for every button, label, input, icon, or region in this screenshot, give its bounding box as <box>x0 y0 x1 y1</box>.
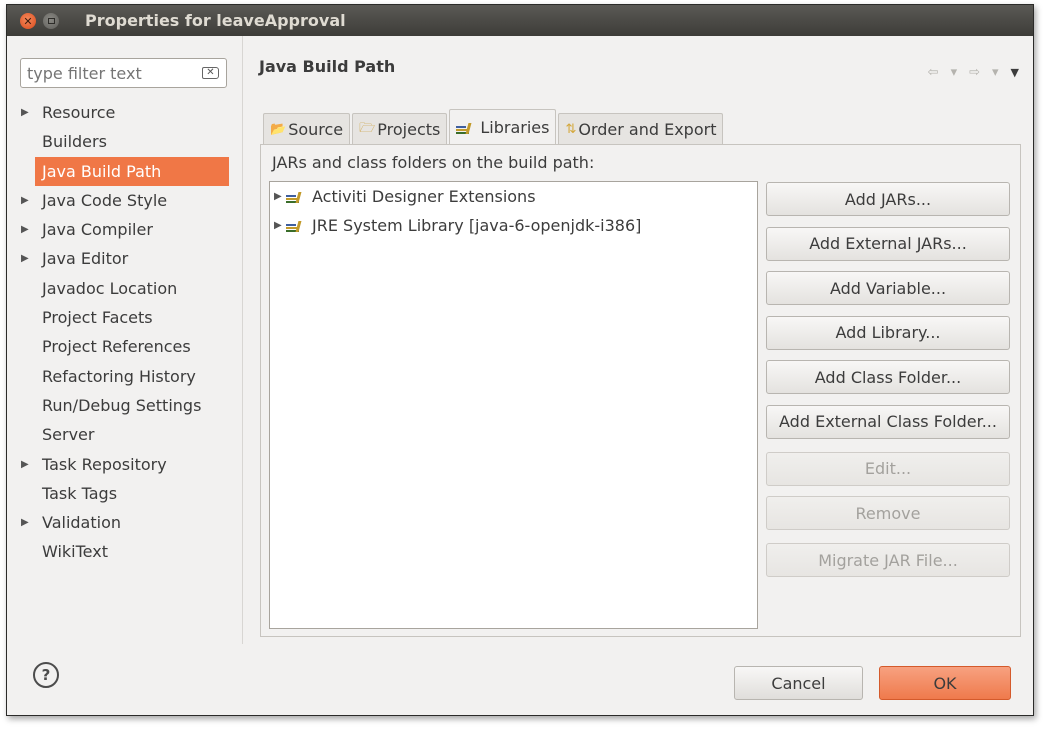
page-navigation: ⇦ ▾ ⇨ ▾ ▼ <box>928 65 1019 80</box>
tab-bar: 📂 Source 🗁 Projects Libraries ⇅ Order an… <box>263 109 725 145</box>
filter-input[interactable] <box>21 59 191 87</box>
sidebar-item-label: Task Tags <box>42 483 118 503</box>
migrate-jar-file-button[interactable]: Migrate JAR File... <box>766 543 1010 577</box>
add-class-folder-button[interactable]: Add Class Folder... <box>766 360 1010 394</box>
build-path-tree[interactable]: ▶ Activiti Designer Extensions ▶ JRE Sys… <box>269 181 758 629</box>
expand-arrow-icon[interactable]: ▶ <box>21 186 29 215</box>
tab-label: Projects <box>377 120 441 139</box>
sidebar-item-label: Javadoc Location <box>42 278 178 298</box>
sidebar-item-label: Task Repository <box>42 454 167 474</box>
add-external-class-folder-button[interactable]: Add External Class Folder... <box>766 404 1010 439</box>
cancel-button[interactable]: Cancel <box>734 666 863 700</box>
projects-folder-icon: 🗁 <box>359 120 376 136</box>
expand-arrow-icon[interactable]: ▶ <box>21 244 29 273</box>
tree-row-label: JRE System Library [java-6-openjdk-i386] <box>312 216 642 235</box>
forward-arrow-icon[interactable]: ⇨ <box>969 65 980 80</box>
sidebar-item-label: Java Build Path <box>42 161 162 181</box>
expand-arrow-icon[interactable]: ▶ <box>274 182 282 211</box>
sidebar-item-java-editor[interactable]: ▶ Java Editor <box>7 244 242 273</box>
page-title: Java Build Path <box>259 57 396 76</box>
expand-arrow-icon[interactable]: ▶ <box>274 211 282 240</box>
sidebar-item-label: Validation <box>42 513 122 533</box>
tab-libraries[interactable]: Libraries <box>449 109 557 145</box>
sidebar-item-label: Java Editor <box>42 249 129 269</box>
tab-projects[interactable]: 🗁 Projects <box>352 113 448 145</box>
tab-label: Libraries <box>480 118 550 137</box>
sidebar-item-label: Project Facets <box>42 308 153 328</box>
add-jars-button[interactable]: Add JARs... <box>766 182 1010 216</box>
add-variable-button[interactable]: Add Variable... <box>766 271 1010 305</box>
add-library-button[interactable]: Add Library... <box>766 315 1010 350</box>
tab-order-and-export[interactable]: ⇅ Order and Export <box>558 113 724 145</box>
order-export-icon: ⇅ <box>565 122 577 137</box>
close-window-button[interactable]: ✕ <box>20 13 36 29</box>
edit-button[interactable]: Edit... <box>766 451 1010 486</box>
window-title: Properties for leaveApproval <box>85 11 346 30</box>
library-icon <box>286 220 302 232</box>
filter-box: ✕ <box>20 58 227 88</box>
tab-label: Order and Export <box>578 120 717 139</box>
sidebar-nav: ▶ Resource Builders Java Build Path ▶ Java… <box>7 98 242 567</box>
sidebar-item-label: Builders <box>42 132 107 152</box>
expand-arrow-icon[interactable]: ▶ <box>21 450 29 479</box>
libraries-panel: JARs and class folders on the build path… <box>260 144 1021 637</box>
ok-button[interactable]: OK <box>879 666 1011 700</box>
sidebar-item-refactoring-history[interactable]: Refactoring History <box>7 362 242 391</box>
sidebar-item-java-compiler[interactable]: ▶ Java Compiler <box>7 215 242 244</box>
sidebar-item-validation[interactable]: ▶ Validation <box>7 508 242 537</box>
sidebar-item-task-tags[interactable]: Task Tags <box>7 479 242 508</box>
sidebar-item-label: Java Code Style <box>42 190 168 210</box>
libraries-icon <box>456 122 472 134</box>
button-column: Add JARs... Add External JARs... Add Var… <box>766 182 1010 588</box>
tab-source[interactable]: 📂 Source <box>263 113 351 145</box>
back-history-dropdown-icon[interactable]: ▾ <box>951 65 958 80</box>
sidebar-item-java-code-style[interactable]: ▶ Java Code Style <box>7 186 242 215</box>
close-icon: ✕ <box>23 14 33 28</box>
title-bar: ✕ Properties for leaveApproval <box>7 5 1033 36</box>
sidebar-item-builders[interactable]: Builders <box>7 127 242 156</box>
forward-history-dropdown-icon[interactable]: ▾ <box>992 65 999 80</box>
expand-arrow-icon[interactable]: ▶ <box>21 215 29 244</box>
sidebar: ✕ ▶ Resource Builders Java Build Path ▶ Ja… <box>7 36 243 644</box>
maximize-window-button[interactable] <box>43 13 59 29</box>
clear-filter-icon[interactable]: ✕ <box>202 67 219 79</box>
expand-arrow-icon[interactable]: ▶ <box>21 98 29 127</box>
sidebar-item-label: Refactoring History <box>42 366 196 386</box>
remove-button[interactable]: Remove <box>766 496 1010 530</box>
panel-label: JARs and class folders on the build path… <box>272 153 595 172</box>
library-icon <box>286 191 302 203</box>
back-arrow-icon[interactable]: ⇦ <box>928 65 939 80</box>
sidebar-item-project-references[interactable]: Project References <box>7 332 242 361</box>
tree-row-label: Activiti Designer Extensions <box>312 187 536 206</box>
source-folder-icon: 📂 <box>270 122 287 137</box>
sidebar-item-label: Resource <box>42 103 116 122</box>
sidebar-item-javadoc-location[interactable]: Javadoc Location <box>7 274 242 303</box>
tree-row-jre-system-library[interactable]: ▶ JRE System Library [java-6-openjdk-i38… <box>270 211 757 240</box>
maximize-icon <box>47 18 55 24</box>
sidebar-item-project-facets[interactable]: Project Facets <box>7 303 242 332</box>
help-icon[interactable]: ? <box>33 662 59 688</box>
view-menu-icon[interactable]: ▼ <box>1011 66 1019 79</box>
sidebar-item-label: Server <box>42 425 95 445</box>
expand-arrow-icon[interactable]: ▶ <box>21 508 29 537</box>
tree-row-activiti-designer-extensions[interactable]: ▶ Activiti Designer Extensions <box>270 182 757 211</box>
tab-label: Source <box>288 120 344 139</box>
sidebar-item-run-debug-settings[interactable]: Run/Debug Settings <box>7 391 242 420</box>
sidebar-item-resource[interactable]: ▶ Resource <box>7 98 242 127</box>
sidebar-item-label: Run/Debug Settings <box>42 395 202 415</box>
sidebar-item-server[interactable]: Server <box>7 420 242 449</box>
sidebar-item-label: WikiText <box>42 542 108 562</box>
sidebar-item-java-build-path[interactable]: Java Build Path <box>35 156 229 186</box>
sidebar-item-task-repository[interactable]: ▶ Task Repository <box>7 450 242 479</box>
sidebar-item-label: Project References <box>42 337 191 357</box>
add-external-jars-button[interactable]: Add External JARs... <box>766 226 1010 261</box>
sidebar-item-wikitext[interactable]: WikiText <box>7 537 242 566</box>
sidebar-item-label: Java Compiler <box>42 220 153 240</box>
properties-dialog: ✕ Properties for leaveApproval ✕ ▶ Resour… <box>6 4 1034 716</box>
